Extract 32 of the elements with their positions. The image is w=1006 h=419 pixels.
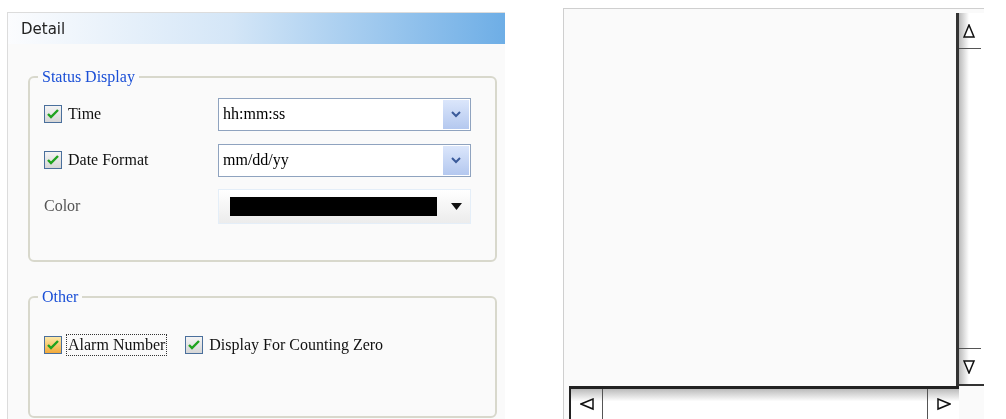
triangle-up-icon xyxy=(963,23,977,38)
checkbox-label: Display For Counting Zero xyxy=(208,335,385,356)
triangle-down-icon xyxy=(963,359,977,374)
checkbox-label: Alarm Number xyxy=(66,334,168,356)
checkbox-label: Time xyxy=(68,105,102,123)
triangle-right-icon xyxy=(936,397,951,412)
check-icon xyxy=(47,340,59,350)
dropdown-button[interactable] xyxy=(443,145,469,175)
checkbox-label: Date Format xyxy=(68,151,149,169)
vertical-scrollbar[interactable] xyxy=(956,13,984,386)
format-dropdown[interactable]: hh:mm:ss xyxy=(218,97,471,131)
triangle-left-icon xyxy=(579,397,594,412)
dropdown-button[interactable] xyxy=(443,99,469,129)
checkbox[interactable] xyxy=(185,336,204,354)
panel-title: Detail xyxy=(8,13,505,44)
field-label: Color xyxy=(44,197,81,215)
check-icon xyxy=(188,340,201,350)
dropdown-value: mm/dd/yy xyxy=(223,151,289,169)
caret-down-icon xyxy=(451,202,462,210)
color-picker[interactable] xyxy=(218,188,471,224)
chevron-down-icon xyxy=(451,156,461,164)
format-dropdown[interactable]: mm/dd/yy xyxy=(218,143,471,177)
checkbox[interactable] xyxy=(44,336,62,354)
check-icon xyxy=(47,109,59,119)
checkbox[interactable] xyxy=(44,151,62,169)
group-title: Other xyxy=(41,288,80,306)
check-icon xyxy=(47,155,59,165)
horizontal-scrollbar[interactable] xyxy=(569,386,959,419)
dropdown-value: hh:mm:ss xyxy=(223,105,286,123)
checkbox[interactable] xyxy=(44,105,62,123)
chevron-down-icon xyxy=(451,110,461,118)
group-title: Status Display xyxy=(41,68,136,86)
